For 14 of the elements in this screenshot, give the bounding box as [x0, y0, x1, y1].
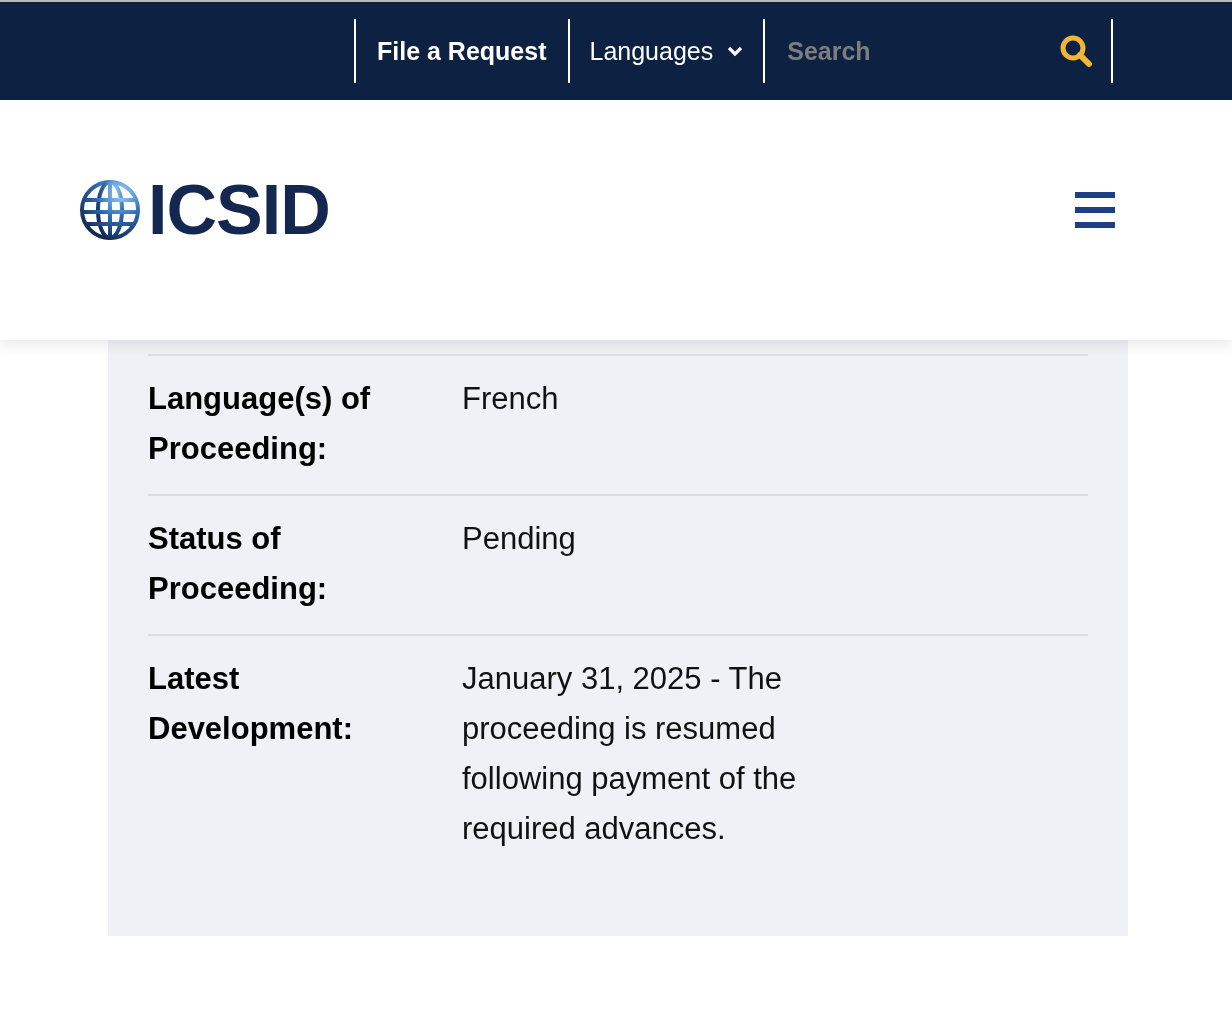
detail-value: French	[462, 380, 560, 418]
detail-value: Pending	[462, 520, 577, 558]
detail-value: January 31, 2025 - The proceeding is resumed following payment of the required advances.	[462, 660, 798, 848]
caret-icon	[727, 45, 744, 57]
detail-label: Status of Proceeding:	[148, 520, 329, 608]
file-request-link[interactable]: File a Request	[356, 36, 568, 66]
menu-icon[interactable]	[1075, 192, 1115, 228]
languages-menu[interactable]: Languages	[569, 36, 764, 66]
search-icon[interactable]	[1059, 34, 1094, 68]
globe-icon	[78, 178, 142, 242]
logo-text[interactable]: ICSID	[148, 170, 330, 250]
detail-label: Latest Development:	[148, 660, 354, 748]
detail-label: Language(s) of Proceeding:	[148, 380, 372, 468]
search-field[interactable]: Search	[785, 35, 1040, 67]
